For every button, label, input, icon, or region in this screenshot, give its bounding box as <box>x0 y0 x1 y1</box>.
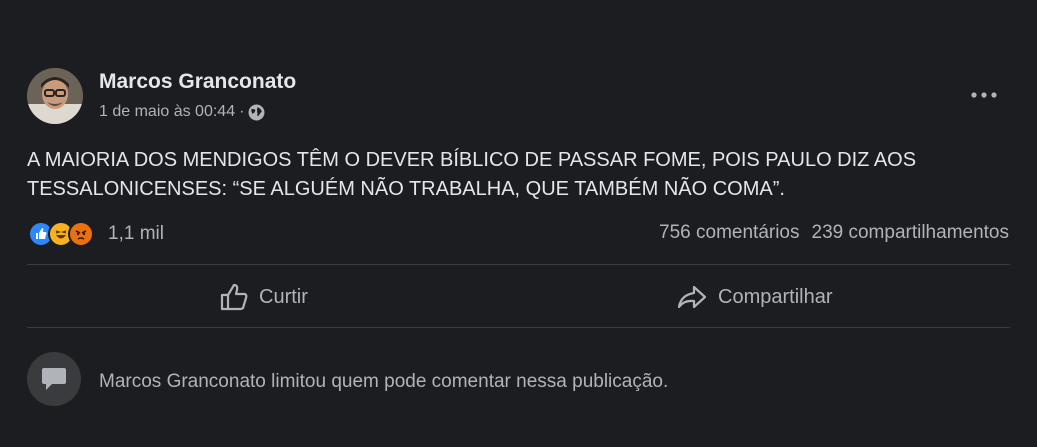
post-timestamp[interactable]: 1 de maio às 00:44 <box>99 103 235 121</box>
more-options-button[interactable] <box>964 82 1004 108</box>
reaction-count: 1,1 mil <box>108 223 164 244</box>
post-card: Marcos Granconato 1 de maio às 00:44 · A… <box>0 0 1037 447</box>
comment-bubble-icon <box>42 368 66 390</box>
angry-icon <box>68 221 94 247</box>
author-name[interactable]: Marcos Granconato <box>99 70 296 94</box>
share-button[interactable]: Compartilhar <box>676 280 832 314</box>
more-options-icon <box>971 92 997 98</box>
share-label: Compartilhar <box>718 285 833 308</box>
share-arrow-icon <box>677 285 707 309</box>
like-label: Curtir <box>259 285 308 308</box>
post-text-line-1: A MAIORIA DOS MENDIGOS TÊM O DEVER BÍBLI… <box>27 149 917 171</box>
comment-restriction-notice: Marcos Granconato limitou quem pode come… <box>99 371 669 392</box>
comments-count[interactable]: 756 comentários <box>659 222 799 244</box>
globe-icon <box>248 104 265 120</box>
post-text: A MAIORIA DOS MENDIGOS TÊM O DEVER BÍBLI… <box>27 146 1017 204</box>
comment-restricted-badge <box>27 352 81 406</box>
shares-count[interactable]: 239 compartilhamentos <box>812 222 1010 244</box>
post-meta: 1 de maio às 00:44 · <box>99 103 265 121</box>
divider-bottom <box>27 327 1010 328</box>
reaction-icons <box>28 221 94 247</box>
avatar-image <box>27 68 83 124</box>
reactions-summary[interactable]: 1,1 mil <box>28 220 164 248</box>
thumbs-up-icon <box>220 283 248 311</box>
divider-top <box>27 264 1010 265</box>
like-button[interactable]: Curtir <box>219 280 308 314</box>
post-text-line-2: TESSALONICENSES: “SE ALGUÉM NÃO TRABALHA… <box>27 178 785 200</box>
author-avatar[interactable] <box>27 68 83 124</box>
post-stats: 756 comentários 239 compartilhamentos <box>659 222 1009 244</box>
meta-separator: · <box>239 103 245 120</box>
